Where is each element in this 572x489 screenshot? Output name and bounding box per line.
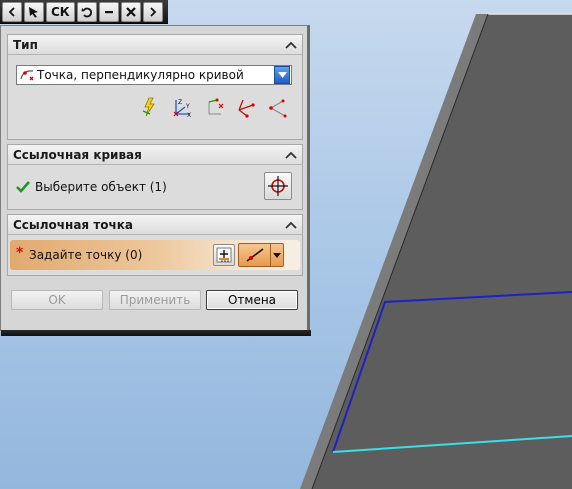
chevron-right-icon[interactable] xyxy=(142,1,163,22)
type-group-header[interactable]: Тип xyxy=(8,35,302,55)
ref-curve-group-title: Ссылочная кривая xyxy=(13,147,142,162)
ref-curve-select-row[interactable]: Выберите объект (1) xyxy=(8,177,302,197)
crosshair-icon xyxy=(268,176,288,196)
collapse-up-icon[interactable] xyxy=(281,216,301,234)
ref-point-select-row[interactable]: * Задайте точку (0) xyxy=(10,240,300,270)
ref-curve-prompt: Выберите объект (1) xyxy=(35,180,167,194)
point-type-dropdown[interactable] xyxy=(238,243,284,267)
required-asterisk: * xyxy=(16,245,24,261)
minimize-icon[interactable] xyxy=(98,1,119,22)
collapse-up-icon[interactable] xyxy=(281,146,301,164)
ref-curve-group-header[interactable]: Ссылочная кривая xyxy=(8,145,302,165)
point-method-icons: ZYX xyxy=(138,95,290,119)
type-group: Тип Точка, перпендикулярно кривой Z Y X xyxy=(7,34,303,140)
dropdown-arrow-icon[interactable] xyxy=(274,66,290,84)
select-arrow-icon[interactable] xyxy=(24,1,44,22)
type-select-value: Точка, перпендикулярно кривой xyxy=(37,68,244,82)
csys-button[interactable]: СК xyxy=(46,1,75,22)
point-dialog: Тип Точка, перпендикулярно кривой Z Y X … xyxy=(0,25,311,336)
collapse-up-icon[interactable] xyxy=(281,36,301,54)
dialog-bottom-border xyxy=(1,330,311,336)
type-select[interactable]: Точка, перпендикулярно кривой xyxy=(16,65,292,85)
ref-point-prompt: Задайте точку (0) xyxy=(29,248,143,262)
checkmark-icon xyxy=(16,181,30,193)
between-points-icon[interactable] xyxy=(266,95,290,119)
cancel-button[interactable]: Отмена xyxy=(206,290,298,310)
apply-button[interactable]: Применить xyxy=(109,290,201,310)
ref-point-group-header[interactable]: Ссылочная точка xyxy=(8,215,302,235)
chevron-left-icon[interactable] xyxy=(2,1,22,22)
undo-icon[interactable] xyxy=(76,1,97,22)
ref-point-group-title: Ссылочная точка xyxy=(13,217,133,232)
ref-curve-group: Ссылочная кривая Выберите объект (1) xyxy=(7,144,303,210)
ref-point-group-body: * Задайте точку (0) xyxy=(8,235,302,275)
type-group-title: Тип xyxy=(13,37,38,52)
line-point-icon xyxy=(239,244,271,266)
crosshair-select-button[interactable] xyxy=(264,172,292,200)
point-constructor-icon xyxy=(216,247,232,263)
wcs-point-icon[interactable]: ZYX xyxy=(170,95,194,119)
svg-text:Y: Y xyxy=(185,103,190,110)
close-icon[interactable] xyxy=(120,1,141,22)
ok-button[interactable]: OK xyxy=(11,290,103,310)
svg-text:Z: Z xyxy=(178,99,182,106)
model-face[interactable] xyxy=(312,14,572,489)
ref-curve-group-body: Выберите объект (1) xyxy=(8,165,302,209)
svg-text:X: X xyxy=(187,112,191,118)
angle-point-icon[interactable] xyxy=(234,95,258,119)
inferred-point-icon[interactable] xyxy=(138,95,162,119)
ref-point-group: Ссылочная точка * Задайте точку (0) xyxy=(7,214,303,276)
top-toolbar: СК xyxy=(0,0,168,24)
dropdown-arrow-icon xyxy=(271,244,283,266)
point-on-curve-icon xyxy=(17,66,37,84)
offset-point-icon[interactable] xyxy=(202,95,226,119)
type-group-body: Точка, перпендикулярно кривой ZYX xyxy=(8,55,302,139)
point-dialog-button[interactable] xyxy=(213,244,235,266)
